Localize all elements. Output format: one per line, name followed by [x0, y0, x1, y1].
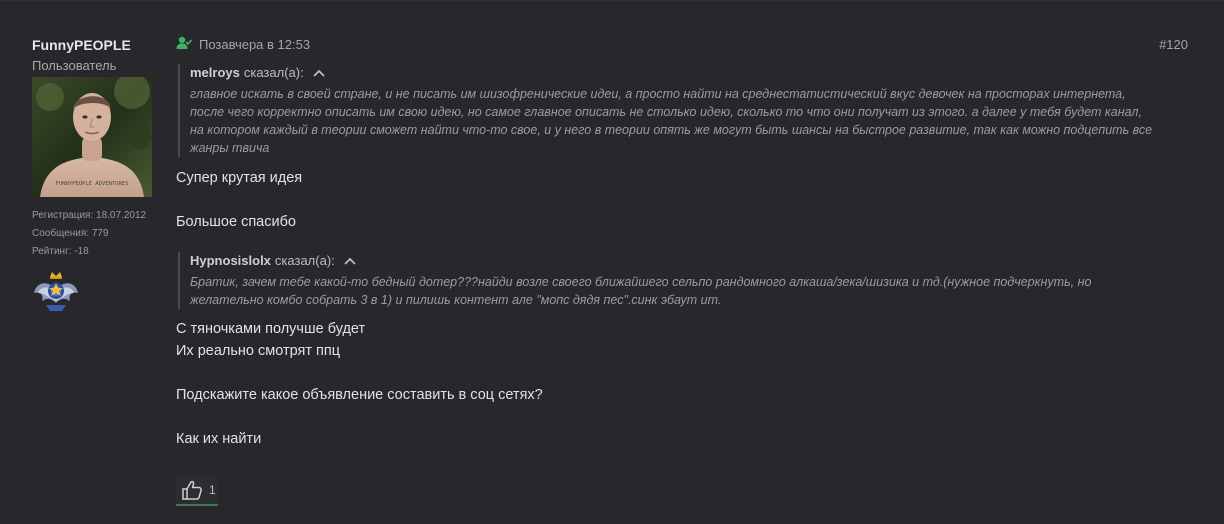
chevron-up-icon[interactable]	[344, 257, 356, 265]
reply-line: Большое спасибо	[176, 214, 296, 230]
user-stats: Регистрация: 18.07.2012 Сообщения: 779 Р…	[32, 207, 157, 261]
registration-date: Регистрация: 18.07.2012	[32, 210, 147, 221]
username-link[interactable]: FunnyPEOPLE	[32, 37, 157, 53]
post-number-link[interactable]: #120	[1159, 37, 1188, 52]
rating: Рейтинг: -18	[32, 246, 89, 257]
quote-line: на котором каждый в теории сможет найти …	[190, 123, 1153, 137]
message-post: FunnyPEOPLE Пользователь FUNNYPEOPLE ADV…	[0, 0, 1224, 524]
quote-header: melroys сказал(а):	[190, 64, 1190, 82]
quote-said-label: сказал(а):	[274, 253, 335, 268]
quote-line: Братик, зачем тебе какой-то бедный дотер…	[190, 275, 1092, 289]
avatar-image: FUNNYPEOPLE ADVENTURES	[32, 77, 152, 197]
quote-block: melroys сказал(а): главное искать в свое…	[178, 64, 1190, 157]
reply-line	[176, 189, 1190, 211]
user-online-icon	[176, 36, 192, 49]
user-info: FunnyPEOPLE Пользователь FUNNYPEOPLE ADV…	[32, 37, 157, 313]
reply-line: С тяночками получше будет	[176, 321, 366, 337]
message-count: Сообщения: 779	[32, 228, 109, 239]
rank-badge-icon	[32, 269, 80, 313]
chevron-up-icon[interactable]	[313, 69, 325, 77]
reply-block: Супер крутая идея Большое спасибо	[176, 167, 1190, 233]
quote-text: Братик, зачем тебе какой-то бедный дотер…	[190, 273, 1190, 309]
reply-line: Супер крутая идея	[176, 170, 303, 186]
message-content: Позавчера в 12:53 #120 melroys сказал(а)…	[176, 34, 1190, 450]
quote-author-link[interactable]: melroys	[190, 64, 240, 82]
reply-line: Их реально смотрят ппц	[176, 343, 341, 359]
svg-text:FUNNYPEOPLE ADVENTURES: FUNNYPEOPLE ADVENTURES	[56, 181, 129, 187]
quote-text: главное искать в своей стране, и не писа…	[190, 85, 1190, 157]
quote-said-label: сказал(а):	[243, 65, 304, 80]
quote-line: главное искать в своей стране, и не писа…	[190, 87, 1126, 101]
message-header: Позавчера в 12:53 #120	[176, 34, 1190, 56]
quote-header: Hypnosislolx сказал(а):	[190, 252, 1190, 270]
reply-line	[176, 406, 1190, 428]
quote-line: после чего корректно описать им свою иде…	[190, 105, 1142, 119]
user-title: Пользователь	[32, 58, 117, 73]
quote-block: Hypnosislolx сказал(а): Братик, зачем те…	[178, 252, 1190, 309]
post-date[interactable]: Позавчера в 12:53	[199, 37, 310, 52]
reply-block: С тяночками получше будет Их реально смо…	[176, 318, 1190, 450]
quote-author-link[interactable]: Hypnosislolx	[190, 252, 271, 270]
like-button[interactable]: 1	[176, 476, 218, 506]
thumbs-up-icon	[182, 480, 202, 500]
like-count: 1	[209, 483, 216, 497]
quote-line: желательно комбо собрать 3 в 1) и пилишь…	[190, 293, 722, 307]
reply-line	[176, 362, 1190, 384]
reply-line: Как их найти	[176, 431, 262, 447]
avatar[interactable]: FUNNYPEOPLE ADVENTURES	[32, 77, 152, 197]
reply-line: Подскажите какое объявление составить в …	[176, 387, 543, 403]
quote-line: жанры твича	[190, 141, 270, 155]
